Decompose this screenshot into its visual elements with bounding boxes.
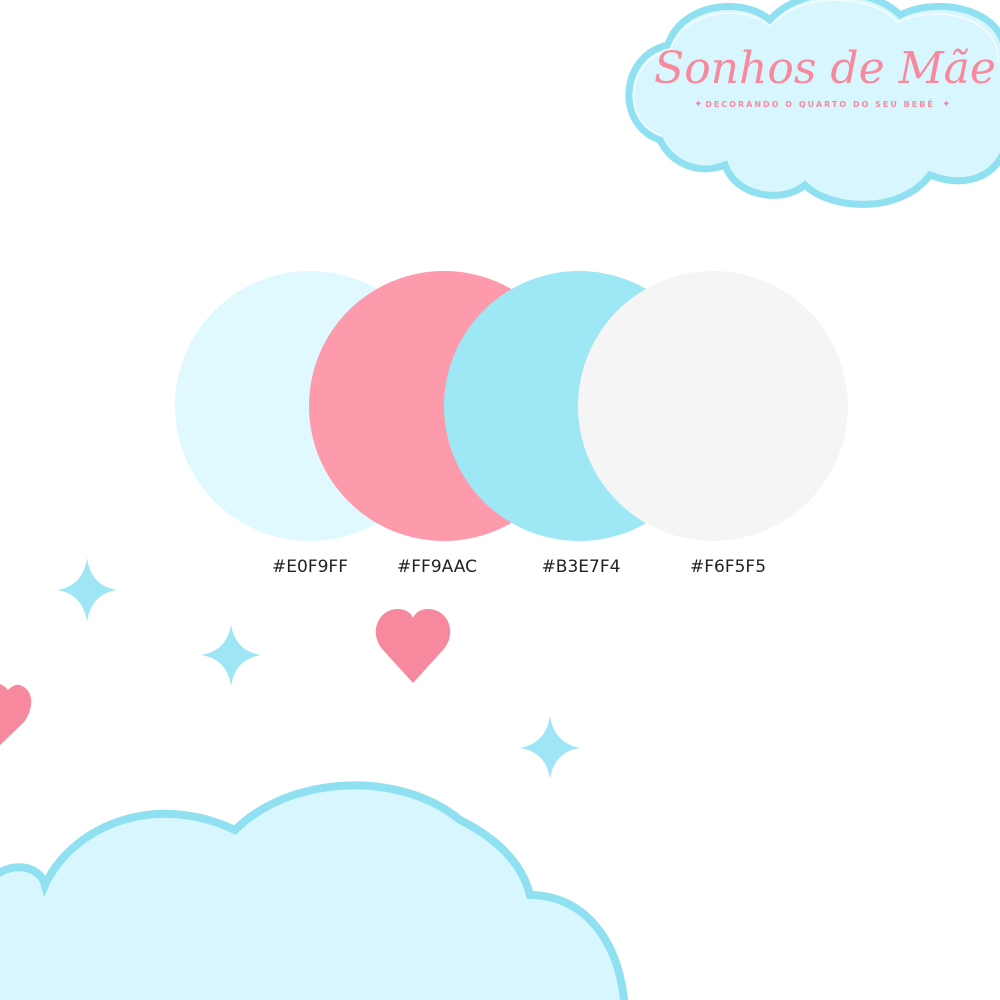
swatch-circle-f6f5f5 [578, 271, 848, 541]
swatch-label-2: #FF9AAC [397, 557, 477, 577]
swatch-label-1: #E0F9FF [272, 557, 348, 577]
swatch-label-4: #F6F5F5 [689, 557, 767, 577]
swatch-label-3: #B3E7F4 [541, 557, 621, 577]
logo-tagline: DECORANDO O QUARTO DO SEU BEBÊ [705, 100, 935, 109]
color-palette [175, 271, 848, 541]
tagline-sparkle-icon: ✦ [942, 99, 951, 110]
logo-title: Sonhos de Mãe [654, 43, 996, 94]
